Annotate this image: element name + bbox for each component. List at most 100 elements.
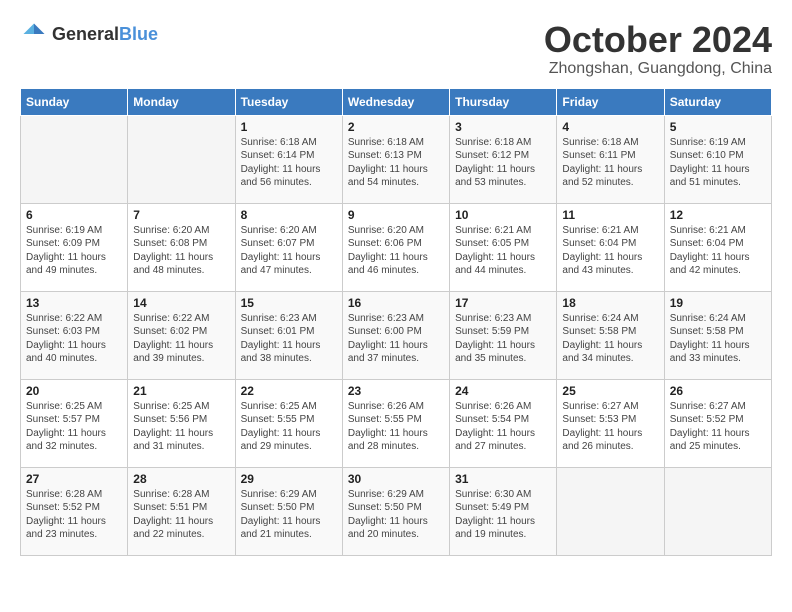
calendar-cell	[128, 115, 235, 203]
calendar-cell: 1 Sunrise: 6:18 AM Sunset: 6:14 PM Daylig…	[235, 115, 342, 203]
calendar-cell: 30Sunrise: 6:29 AM Sunset: 5:50 PM Dayli…	[342, 467, 449, 555]
day-number: 20	[26, 384, 122, 398]
calendar-week-3: 13Sunrise: 6:22 AM Sunset: 6:03 PM Dayli…	[21, 291, 772, 379]
calendar-cell	[664, 467, 771, 555]
day-number: 15	[241, 296, 337, 310]
day-number: 18	[562, 296, 658, 310]
day-number: 8	[241, 208, 337, 222]
day-number: 14	[133, 296, 229, 310]
day-info: Sunrise: 6:18 AM Sunset: 6:14 PM Dayligh…	[241, 136, 337, 190]
calendar-cell: 25 Sunrise: 6:27 AM Sunset: 5:53 PM Dayli…	[557, 379, 664, 467]
day-info: Sunrise: 6:26 AM Sunset: 5:54 PM Dayligh…	[455, 400, 551, 454]
day-number: 21	[133, 384, 229, 398]
day-info: Sunrise: 6:20 AM Sunset: 6:06 PM Dayligh…	[348, 224, 444, 278]
weekday-header-sunday: Sunday	[21, 88, 128, 115]
day-info: Sunrise: 6:21 AM Sunset: 6:04 PM Dayligh…	[562, 224, 658, 278]
day-number: 1	[241, 120, 337, 134]
day-info: Sunrise: 6:18 AM Sunset: 6:12 PM Dayligh…	[455, 136, 551, 190]
calendar-cell: 22Sunrise: 6:25 AM Sunset: 5:55 PM Dayli…	[235, 379, 342, 467]
calendar-cell: 15 Sunrise: 6:23 AM Sunset: 6:01 PM Dayli…	[235, 291, 342, 379]
day-info: Sunrise: 6:20 AM Sunset: 6:07 PM Dayligh…	[241, 224, 337, 278]
weekday-header-thursday: Thursday	[450, 88, 557, 115]
calendar-week-4: 20 Sunrise: 6:25 AM Sunset: 5:57 PM Dayli…	[21, 379, 772, 467]
calendar-header: SundayMondayTuesdayWednesdayThursdayFrid…	[21, 88, 772, 115]
day-info: Sunrise: 6:19 AM Sunset: 6:10 PM Dayligh…	[670, 136, 766, 190]
weekday-header-monday: Monday	[128, 88, 235, 115]
day-number: 6	[26, 208, 122, 222]
day-number: 7	[133, 208, 229, 222]
calendar-cell: 29 Sunrise: 6:29 AM Sunset: 5:50 PM Dayli…	[235, 467, 342, 555]
day-info: Sunrise: 6:25 AM Sunset: 5:55 PM Dayligh…	[241, 400, 337, 454]
day-info: Sunrise: 6:29 AM Sunset: 5:50 PM Dayligh…	[241, 488, 337, 542]
day-number: 10	[455, 208, 551, 222]
calendar-table: SundayMondayTuesdayWednesdayThursdayFrid…	[20, 88, 772, 556]
day-number: 9	[348, 208, 444, 222]
calendar-cell: 11Sunrise: 6:21 AM Sunset: 6:04 PM Dayli…	[557, 203, 664, 291]
day-number: 28	[133, 472, 229, 486]
day-number: 31	[455, 472, 551, 486]
calendar-cell: 4 Sunrise: 6:18 AM Sunset: 6:11 PM Daylig…	[557, 115, 664, 203]
calendar-cell: 21 Sunrise: 6:25 AM Sunset: 5:56 PM Dayli…	[128, 379, 235, 467]
day-info: Sunrise: 6:20 AM Sunset: 6:08 PM Dayligh…	[133, 224, 229, 278]
calendar-cell: 20 Sunrise: 6:25 AM Sunset: 5:57 PM Dayli…	[21, 379, 128, 467]
day-info: Sunrise: 6:23 AM Sunset: 5:59 PM Dayligh…	[455, 312, 551, 366]
calendar-cell: 13Sunrise: 6:22 AM Sunset: 6:03 PM Dayli…	[21, 291, 128, 379]
calendar-cell: 6 Sunrise: 6:19 AM Sunset: 6:09 PM Daylig…	[21, 203, 128, 291]
day-info: Sunrise: 6:23 AM Sunset: 6:01 PM Dayligh…	[241, 312, 337, 366]
logo-icon	[20, 20, 48, 48]
calendar-cell: 17 Sunrise: 6:23 AM Sunset: 5:59 PM Dayli…	[450, 291, 557, 379]
calendar-cell: 10 Sunrise: 6:21 AM Sunset: 6:05 PM Dayli…	[450, 203, 557, 291]
day-info: Sunrise: 6:23 AM Sunset: 6:00 PM Dayligh…	[348, 312, 444, 366]
weekday-header-friday: Friday	[557, 88, 664, 115]
calendar-week-1: 1 Sunrise: 6:18 AM Sunset: 6:14 PM Daylig…	[21, 115, 772, 203]
calendar-cell: 12 Sunrise: 6:21 AM Sunset: 6:04 PM Dayli…	[664, 203, 771, 291]
day-number: 2	[348, 120, 444, 134]
calendar-cell: 16Sunrise: 6:23 AM Sunset: 6:00 PM Dayli…	[342, 291, 449, 379]
title-block: October 2024 Zhongshan, Guangdong, China	[544, 20, 772, 78]
calendar-cell: 24 Sunrise: 6:26 AM Sunset: 5:54 PM Dayli…	[450, 379, 557, 467]
calendar-cell: 28 Sunrise: 6:28 AM Sunset: 5:51 PM Dayli…	[128, 467, 235, 555]
logo-text-general: General	[52, 24, 119, 44]
calendar-cell: 27Sunrise: 6:28 AM Sunset: 5:52 PM Dayli…	[21, 467, 128, 555]
day-number: 27	[26, 472, 122, 486]
calendar-cell: 8 Sunrise: 6:20 AM Sunset: 6:07 PM Daylig…	[235, 203, 342, 291]
day-info: Sunrise: 6:25 AM Sunset: 5:56 PM Dayligh…	[133, 400, 229, 454]
day-info: Sunrise: 6:24 AM Sunset: 5:58 PM Dayligh…	[562, 312, 658, 366]
day-info: Sunrise: 6:25 AM Sunset: 5:57 PM Dayligh…	[26, 400, 122, 454]
logo-text-blue: Blue	[119, 24, 158, 44]
day-info: Sunrise: 6:19 AM Sunset: 6:09 PM Dayligh…	[26, 224, 122, 278]
calendar-cell: 3 Sunrise: 6:18 AM Sunset: 6:12 PM Daylig…	[450, 115, 557, 203]
day-info: Sunrise: 6:21 AM Sunset: 6:05 PM Dayligh…	[455, 224, 551, 278]
day-info: Sunrise: 6:22 AM Sunset: 6:02 PM Dayligh…	[133, 312, 229, 366]
weekday-header-wednesday: Wednesday	[342, 88, 449, 115]
day-number: 23	[348, 384, 444, 398]
day-number: 29	[241, 472, 337, 486]
weekday-header-tuesday: Tuesday	[235, 88, 342, 115]
calendar-cell	[21, 115, 128, 203]
day-info: Sunrise: 6:28 AM Sunset: 5:51 PM Dayligh…	[133, 488, 229, 542]
day-info: Sunrise: 6:21 AM Sunset: 6:04 PM Dayligh…	[670, 224, 766, 278]
logo: GeneralBlue	[20, 20, 158, 48]
day-info: Sunrise: 6:22 AM Sunset: 6:03 PM Dayligh…	[26, 312, 122, 366]
calendar-cell: 23 Sunrise: 6:26 AM Sunset: 5:55 PM Dayli…	[342, 379, 449, 467]
day-info: Sunrise: 6:18 AM Sunset: 6:13 PM Dayligh…	[348, 136, 444, 190]
day-number: 3	[455, 120, 551, 134]
day-number: 30	[348, 472, 444, 486]
day-info: Sunrise: 6:27 AM Sunset: 5:52 PM Dayligh…	[670, 400, 766, 454]
day-info: Sunrise: 6:27 AM Sunset: 5:53 PM Dayligh…	[562, 400, 658, 454]
calendar-cell: 19Sunrise: 6:24 AM Sunset: 5:58 PM Dayli…	[664, 291, 771, 379]
day-number: 24	[455, 384, 551, 398]
day-number: 17	[455, 296, 551, 310]
day-number: 25	[562, 384, 658, 398]
day-info: Sunrise: 6:18 AM Sunset: 6:11 PM Dayligh…	[562, 136, 658, 190]
calendar-week-5: 27Sunrise: 6:28 AM Sunset: 5:52 PM Dayli…	[21, 467, 772, 555]
calendar-cell: 7 Sunrise: 6:20 AM Sunset: 6:08 PM Daylig…	[128, 203, 235, 291]
day-number: 5	[670, 120, 766, 134]
day-info: Sunrise: 6:26 AM Sunset: 5:55 PM Dayligh…	[348, 400, 444, 454]
day-number: 4	[562, 120, 658, 134]
day-number: 12	[670, 208, 766, 222]
calendar-body: 1 Sunrise: 6:18 AM Sunset: 6:14 PM Daylig…	[21, 115, 772, 555]
calendar-cell	[557, 467, 664, 555]
calendar-cell: 2 Sunrise: 6:18 AM Sunset: 6:13 PM Daylig…	[342, 115, 449, 203]
weekday-row: SundayMondayTuesdayWednesdayThursdayFrid…	[21, 88, 772, 115]
